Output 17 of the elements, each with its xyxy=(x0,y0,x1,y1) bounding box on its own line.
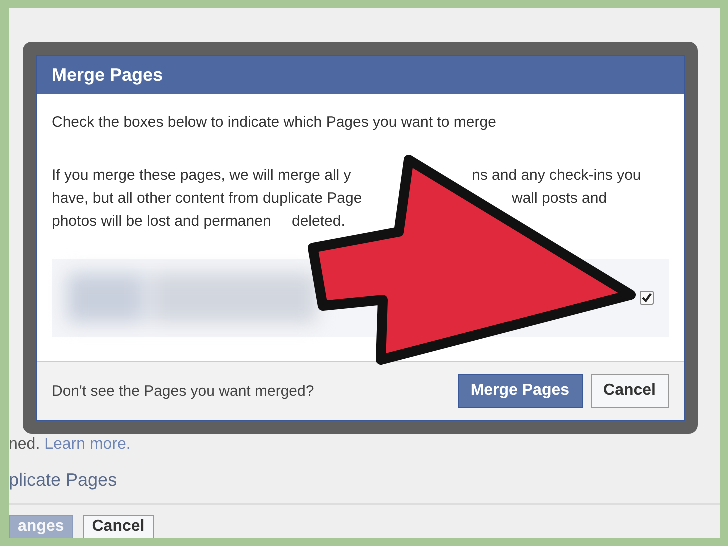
cancel-button[interactable]: Cancel xyxy=(590,374,669,408)
warning-text: wall posts and xyxy=(512,190,608,208)
warning-text: deleted. xyxy=(292,213,346,231)
cancel-button[interactable]: Cancel xyxy=(83,515,154,538)
instruction-text: Check the boxes below to indicate which Pages you want to merge xyxy=(52,114,498,131)
warning-text: photos will be lost and permanen xyxy=(52,213,272,231)
merge-button[interactable]: Merge Pages xyxy=(458,374,583,408)
check-icon xyxy=(642,293,652,303)
checkbox[interactable] xyxy=(640,291,654,305)
footer-note: Don't see the Pages you want merged? xyxy=(52,382,314,400)
notice-text: ned. Learn more. xyxy=(9,436,132,454)
warning-text: have, but all other content from duplicate Page xyxy=(52,190,364,208)
dialog-title: Merge Pages xyxy=(52,64,164,86)
warning-text: ns and any check-ins you xyxy=(472,167,642,185)
warning-text: If you merge these pages, we will merge all y xyxy=(52,167,352,185)
section-title: plicate Pages xyxy=(9,470,118,491)
learn-more-link[interactable]: Learn more. xyxy=(44,436,131,453)
